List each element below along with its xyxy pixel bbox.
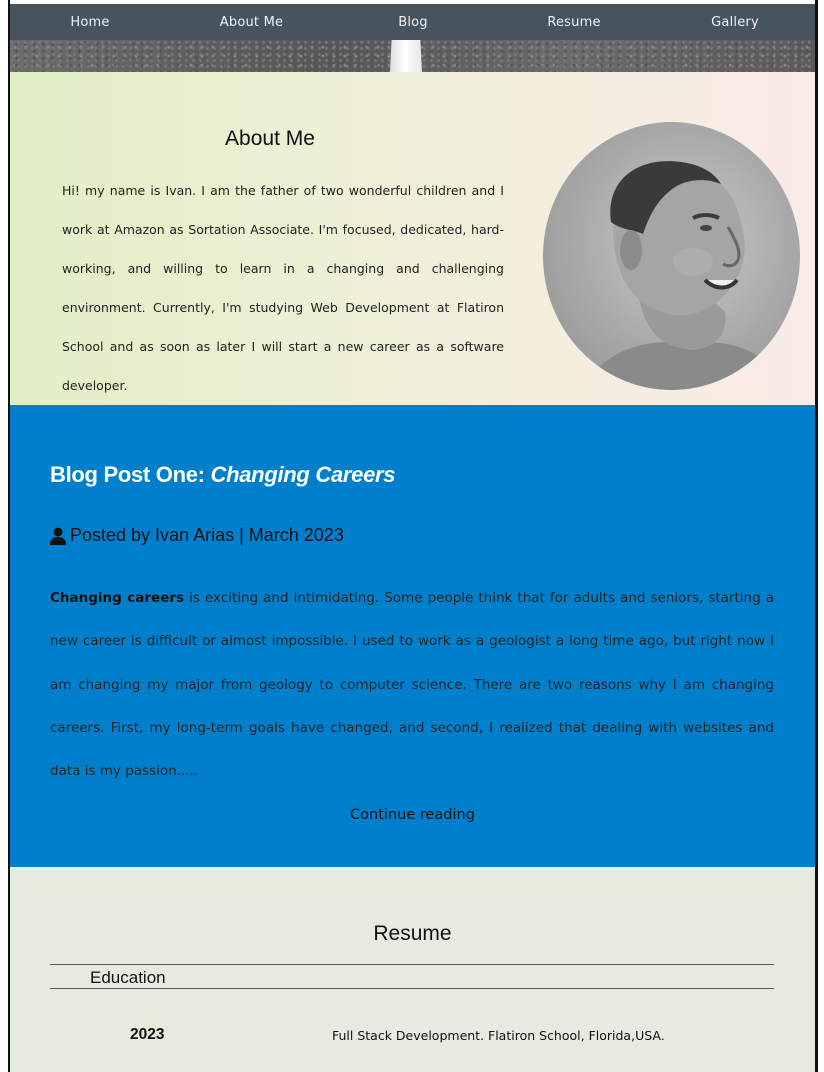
- blog-section: Blog Post One: Changing Careers Posted b…: [10, 405, 815, 867]
- user-icon: [50, 527, 66, 545]
- blog-body-text: is exciting and intimidating. Some peopl…: [50, 590, 774, 780]
- top-nav: Home About Me Blog Resume Gallery: [10, 4, 815, 40]
- nav-about-link[interactable]: About Me: [170, 15, 333, 30]
- hero-road-image: [10, 40, 815, 72]
- blog-byline: Posted by Ivan Arias | March 2023: [50, 525, 344, 546]
- education-label: Education: [90, 968, 166, 987]
- nav-blog-link[interactable]: Blog: [333, 15, 493, 30]
- nav-gallery-link[interactable]: Gallery: [655, 15, 815, 30]
- about-title: About Me: [225, 127, 315, 150]
- profile-photo-illustration: [583, 161, 793, 390]
- blog-lead-bold: Changing careers: [50, 590, 185, 606]
- nav-resume-link[interactable]: Resume: [493, 15, 655, 30]
- continue-reading-link[interactable]: Continue reading: [10, 807, 815, 823]
- blog-title-italic: Changing Careers: [210, 462, 396, 487]
- byline-text: Posted by Ivan Arias | March 2023: [70, 525, 344, 545]
- resume-section: Resume Education 2023 Full Stack Develop…: [10, 867, 815, 1072]
- resume-title: Resume: [373, 922, 452, 945]
- road-stripe: [390, 40, 422, 72]
- education-year: 2023: [130, 1026, 165, 1043]
- education-description: Full Stack Development. Flatiron School,…: [332, 1028, 665, 1043]
- blog-post-title: Blog Post One: Changing Careers: [50, 462, 396, 488]
- education-header: Education: [50, 964, 774, 989]
- about-section: About Me Hi! my name is Ivan. I am the f…: [10, 72, 815, 405]
- page-frame: Home About Me Blog Resume Gallery About …: [8, 0, 818, 1072]
- blog-title-prefix: Blog Post One:: [50, 462, 211, 487]
- nav-home-link[interactable]: Home: [10, 15, 170, 30]
- blog-post-body: Changing careers is exciting and intimid…: [50, 577, 774, 793]
- about-text: Hi! my name is Ivan. I am the father of …: [62, 183, 504, 393]
- profile-photo: [543, 122, 800, 390]
